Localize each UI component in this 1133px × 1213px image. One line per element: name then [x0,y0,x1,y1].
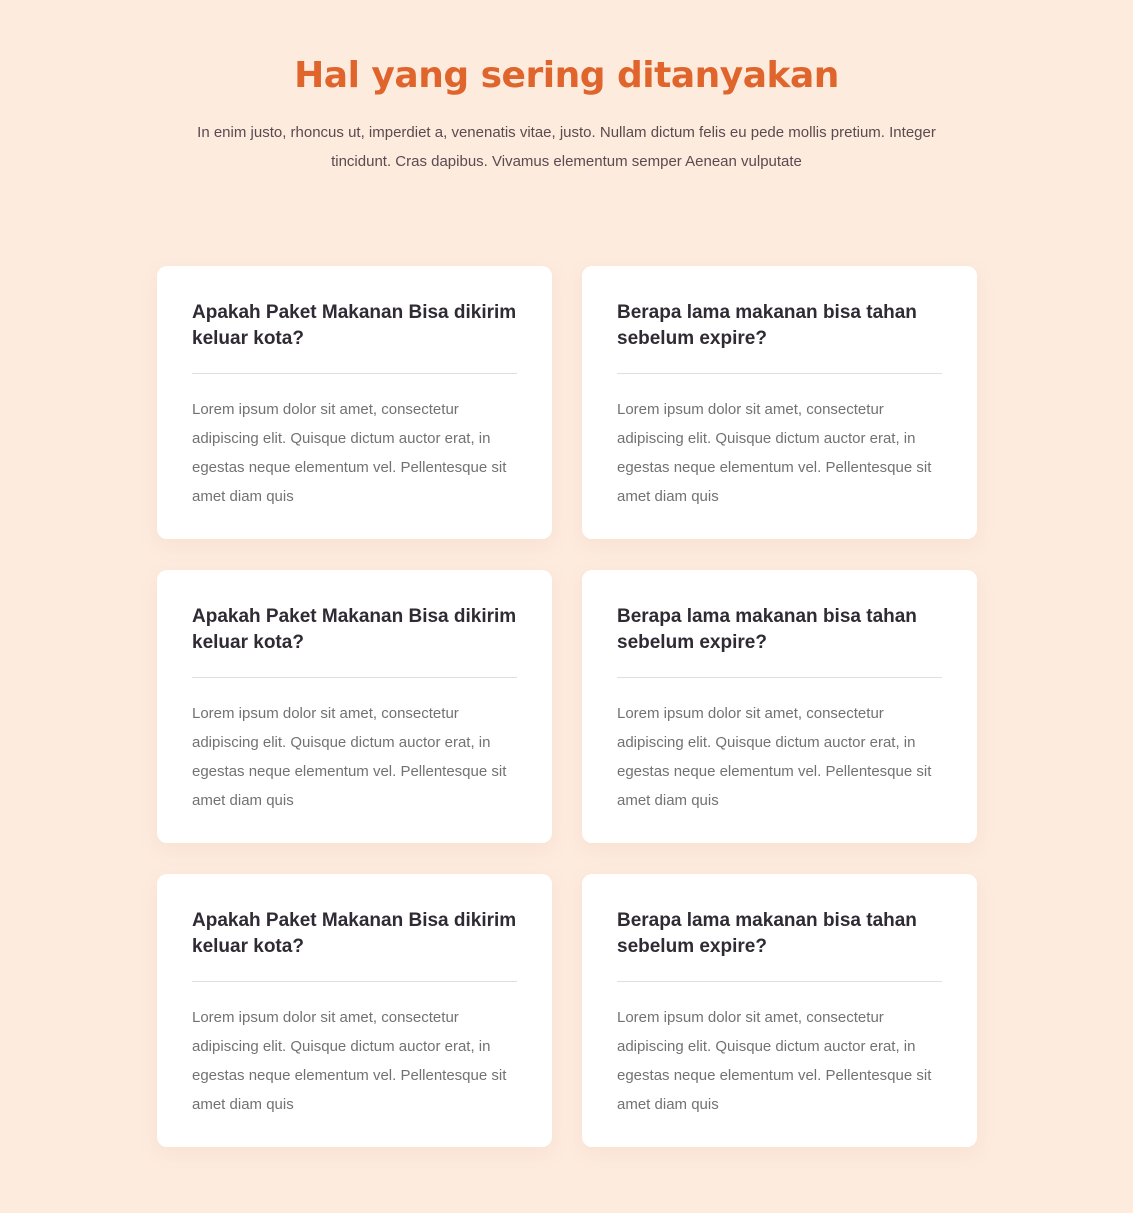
page-title: Hal yang sering ditanyakan [294,55,839,96]
faq-divider [192,981,517,982]
faq-question: Berapa lama makanan bisa tahan sebelum e… [617,302,917,349]
faq-answer: Lorem ipsum dolor sit amet, consectetur … [192,1009,507,1113]
faq-grid: Apakah Paket Makanan Bisa dikirim keluar… [157,266,977,1147]
faq-divider [617,373,942,374]
faq-card: Berapa lama makanan bisa tahan sebelum e… [582,266,977,539]
faq-answer: Lorem ipsum dolor sit amet, consectetur … [617,401,932,505]
faq-question: Apakah Paket Makanan Bisa dikirim keluar… [192,910,517,957]
faq-question: Berapa lama makanan bisa tahan sebelum e… [617,910,917,957]
faq-divider [617,981,942,982]
faq-answer: Lorem ipsum dolor sit amet, consectetur … [192,705,507,809]
faq-answer: Lorem ipsum dolor sit amet, consectetur … [192,401,507,505]
faq-divider [192,373,517,374]
faq-question: Apakah Paket Makanan Bisa dikirim keluar… [192,606,517,653]
faq-answer: Lorem ipsum dolor sit amet, consectetur … [617,705,932,809]
faq-question: Apakah Paket Makanan Bisa dikirim keluar… [192,302,517,349]
faq-card: Apakah Paket Makanan Bisa dikirim keluar… [157,874,552,1147]
faq-card: Apakah Paket Makanan Bisa dikirim keluar… [157,570,552,843]
faq-question: Berapa lama makanan bisa tahan sebelum e… [617,606,917,653]
faq-divider [617,677,942,678]
page-subtitle: In enim justo, rhoncus ut, imperdiet a, … [197,124,936,170]
faq-card: Berapa lama makanan bisa tahan sebelum e… [582,874,977,1147]
faq-card: Apakah Paket Makanan Bisa dikirim keluar… [157,266,552,539]
faq-section: Hal yang sering ditanyakan In enim justo… [0,0,1133,1213]
faq-answer: Lorem ipsum dolor sit amet, consectetur … [617,1009,932,1113]
faq-card: Berapa lama makanan bisa tahan sebelum e… [582,570,977,843]
faq-divider [192,677,517,678]
